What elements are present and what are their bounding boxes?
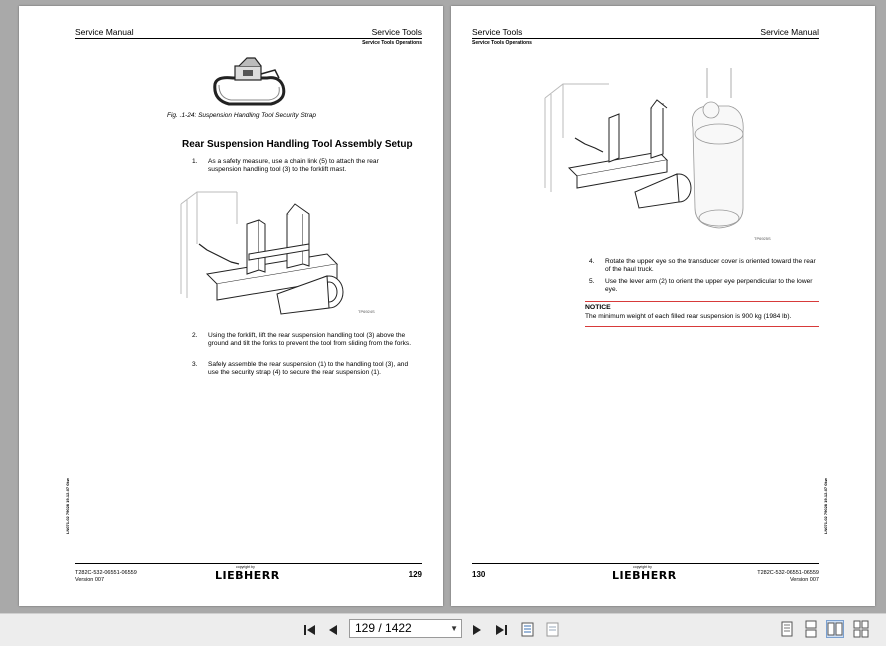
figure-tag: TP6925S (754, 236, 771, 241)
footer-version: Version 007 (75, 576, 105, 583)
notice-text: The minimum weight of each filled rear s… (585, 313, 792, 320)
viewer-toolbar: 129 / 1422 ▼ (0, 613, 886, 646)
header-left: Service Tools (472, 27, 523, 37)
page-number-select[interactable]: 129 / 1422 ▼ (349, 619, 462, 638)
step-number: 5. (589, 278, 595, 285)
step-number: 2. (192, 332, 198, 339)
header-sub: Service Tools Operations (362, 40, 422, 46)
step-4: 4. Rotate the upper eye so the transduce… (589, 258, 821, 274)
header-sub: Service Tools Operations (472, 40, 532, 46)
document-page-left: Service Manual Service Tools Service Too… (19, 6, 443, 606)
step-number: 4. (589, 258, 595, 265)
page-number: 129 (408, 570, 422, 579)
notice-rule-top (585, 301, 819, 302)
footer-doc-number: T282C-532-06551-06559 (757, 570, 819, 576)
liebherr-logo: LIEBHERR (612, 569, 677, 582)
previous-page-icon[interactable] (325, 622, 341, 638)
security-strap-figure (213, 57, 286, 106)
first-page-icon[interactable] (302, 622, 318, 638)
step-3: 3. Safely assemble the rear suspension (… (192, 361, 420, 377)
step-text: Use the lever arm (2) to orient the uppe… (605, 278, 813, 293)
step-text: As a safety measure, use a chain link (5… (208, 158, 379, 173)
step-text: Rotate the upper eye so the transducer c… (605, 258, 816, 273)
step-5: 5. Use the lever arm (2) to orient the u… (589, 278, 821, 294)
liebherr-logo: LIEBHERR (215, 569, 280, 582)
step-number: 1. (192, 158, 198, 165)
notice-title: NOTICE (585, 304, 611, 311)
two-page-continuous-view-icon[interactable] (852, 620, 870, 638)
handling-tool-figure (180, 191, 344, 315)
footer-doc: T282C-532-06551-06559 Version 007 (757, 570, 819, 583)
last-page-icon[interactable] (492, 622, 510, 638)
section-title: Rear Suspension Handling Tool Assembly S… (182, 139, 413, 150)
document-page-right: Service Tools Service Manual Service Too… (451, 6, 875, 606)
next-page-icon[interactable] (469, 622, 485, 638)
step-text: Safely assemble the rear suspension (1) … (208, 361, 409, 376)
header-right: Service Manual (760, 27, 819, 37)
step-number: 3. (192, 361, 198, 368)
single-page-view-icon[interactable] (778, 620, 796, 638)
step-1: 1. As a safety measure, use a chain link… (192, 158, 402, 174)
side-code: LN071-02 79028 19-12-07 0kw (823, 478, 828, 534)
footer-rule (472, 563, 819, 564)
fit-page-icon[interactable] (519, 622, 537, 638)
footer-version: Version 007 (789, 576, 819, 583)
chevron-down-icon: ▼ (450, 624, 458, 633)
footer-rule (75, 563, 422, 564)
suspension-assembly-figure (544, 68, 744, 229)
continuous-view-icon[interactable] (802, 620, 820, 638)
page-indicator: 129 / 1422 (355, 621, 412, 635)
side-code: LN071-02 79028 19-12-07 0kw (65, 478, 70, 534)
footer-doc: T282C-532-06551-06559 Version 007 (75, 570, 137, 583)
figure-tag: TP6924S (358, 309, 375, 314)
figure-caption: Fig. .1-24: Suspension Handling Tool Sec… (167, 112, 316, 119)
header-right: Service Tools (371, 27, 422, 37)
header-left: Service Manual (75, 27, 134, 37)
header-rule (472, 38, 819, 39)
footer-doc-number: T282C-532-06551-06559 (75, 570, 137, 576)
two-page-view-icon[interactable] (826, 620, 844, 638)
page-number: 130 (472, 570, 486, 579)
fit-width-icon[interactable] (544, 622, 562, 638)
step-2: 2. Using the forklift, lift the rear sus… (192, 332, 420, 348)
header-rule (75, 38, 422, 39)
notice-rule-bottom (585, 326, 819, 327)
step-text: Using the forklift, lift the rear suspen… (208, 332, 412, 347)
